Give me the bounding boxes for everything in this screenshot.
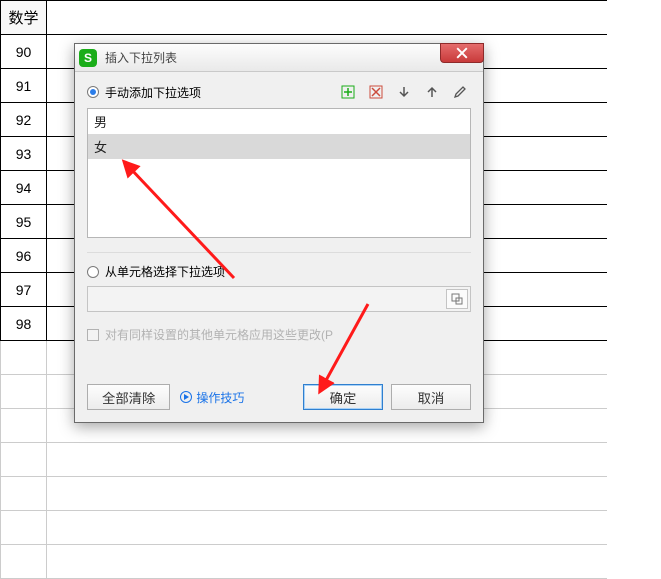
cell xyxy=(47,545,607,579)
insert-dropdown-dialog: S 插入下拉列表 手动添加下拉选项 xyxy=(74,43,484,423)
radio-label: 从单元格选择下拉选项 xyxy=(105,263,225,280)
cell: 98 xyxy=(1,307,47,341)
cell xyxy=(47,443,607,477)
delete-option-button[interactable] xyxy=(365,82,387,102)
radio-icon xyxy=(87,266,99,278)
separator xyxy=(87,252,471,253)
cell xyxy=(47,511,607,545)
col-header: 数学 xyxy=(1,1,47,35)
move-up-button[interactable] xyxy=(421,82,443,102)
add-option-button[interactable] xyxy=(337,82,359,102)
cell: 95 xyxy=(1,205,47,239)
clear-all-button[interactable]: 全部清除 xyxy=(87,384,170,410)
arrow-down-icon xyxy=(397,85,411,99)
cell: 92 xyxy=(1,103,47,137)
cell xyxy=(1,443,47,477)
cell xyxy=(1,341,47,375)
cell: 93 xyxy=(1,137,47,171)
cell xyxy=(1,511,47,545)
move-down-button[interactable] xyxy=(393,82,415,102)
cell xyxy=(1,477,47,511)
ok-button[interactable]: 确定 xyxy=(303,384,383,410)
close-icon xyxy=(456,47,468,59)
options-listbox[interactable]: 男 女 xyxy=(87,108,471,238)
delete-icon xyxy=(369,85,383,99)
list-item[interactable]: 女 xyxy=(88,134,470,159)
play-icon xyxy=(180,391,192,403)
cell: 97 xyxy=(1,273,47,307)
app-icon: S xyxy=(79,49,97,67)
radio-manual-add[interactable]: 手动添加下拉选项 xyxy=(87,84,201,101)
close-button[interactable] xyxy=(440,43,484,63)
cell xyxy=(1,545,47,579)
option-toolbar xyxy=(337,82,471,102)
arrow-up-icon xyxy=(425,85,439,99)
apply-same-settings: 对有同样设置的其他单元格应用这些更改(P xyxy=(87,326,471,343)
add-icon xyxy=(341,85,355,99)
cell: 90 xyxy=(1,35,47,69)
range-input xyxy=(87,286,471,312)
pencil-icon xyxy=(453,85,467,99)
tips-link[interactable]: 操作技巧 xyxy=(180,389,244,406)
cell: 94 xyxy=(1,171,47,205)
edit-option-button[interactable] xyxy=(449,82,471,102)
radio-label: 手动添加下拉选项 xyxy=(105,84,201,101)
cell: 96 xyxy=(1,239,47,273)
checkbox-label: 对有同样设置的其他单元格应用这些更改(P xyxy=(105,326,333,343)
radio-icon xyxy=(87,86,99,98)
checkbox-icon xyxy=(87,329,99,341)
cell xyxy=(47,477,607,511)
cell: 91 xyxy=(1,69,47,103)
cell xyxy=(1,409,47,443)
range-picker-icon xyxy=(451,293,463,305)
list-item[interactable]: 男 xyxy=(88,109,470,134)
radio-from-range[interactable]: 从单元格选择下拉选项 xyxy=(87,263,471,280)
dialog-titlebar[interactable]: S 插入下拉列表 xyxy=(75,44,483,72)
cell xyxy=(47,1,607,35)
cell xyxy=(1,375,47,409)
range-picker-button[interactable] xyxy=(446,289,468,309)
dialog-title: 插入下拉列表 xyxy=(105,49,177,66)
cancel-button[interactable]: 取消 xyxy=(391,384,471,410)
tips-label: 操作技巧 xyxy=(196,389,244,406)
